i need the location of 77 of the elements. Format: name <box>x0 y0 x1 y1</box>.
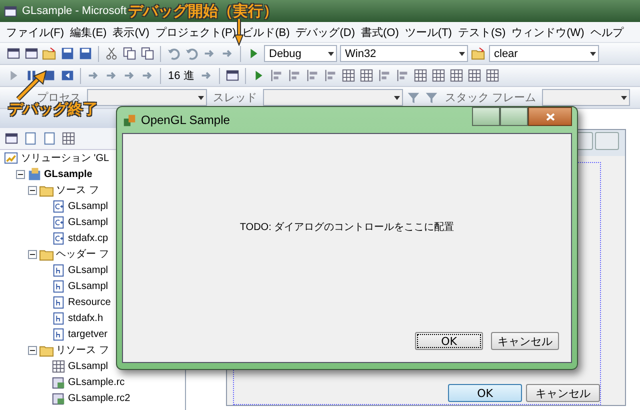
minus-icon <box>18 172 23 176</box>
header-file-icon <box>51 310 66 326</box>
menu-item[interactable]: 書式(O) <box>361 24 399 40</box>
cpp-file-icon <box>51 214 66 230</box>
menu-item[interactable]: ウィンドウ(W) <box>512 24 584 40</box>
expand-toggle[interactable] <box>28 186 37 194</box>
ok-button[interactable]: OK <box>448 384 522 402</box>
undo-icon[interactable] <box>166 46 181 61</box>
cancel-button[interactable]: キャンセル <box>526 384 600 402</box>
expand-toggle[interactable] <box>28 346 37 354</box>
project-icon <box>27 166 42 182</box>
header-file-icon <box>51 294 66 310</box>
cut-icon[interactable] <box>104 46 119 61</box>
hex-button[interactable]: 16 進 <box>166 68 196 83</box>
minus-icon <box>30 188 35 192</box>
copy-icon[interactable] <box>122 46 137 61</box>
minus-icon <box>30 348 35 352</box>
tree-item[interactable]: GLsampl <box>68 216 108 228</box>
dialog-title: OpenGL Sample <box>141 113 231 127</box>
configuration-dropdown[interactable]: Debug <box>264 45 337 62</box>
close-icon <box>546 112 554 120</box>
header-file-icon <box>51 278 66 294</box>
app-icon <box>122 112 137 128</box>
cpp-file-icon <box>51 198 66 214</box>
tree-item[interactable]: GLsampl <box>68 264 108 276</box>
resource-file-icon <box>51 390 66 406</box>
find-field[interactable]: clear <box>489 45 599 62</box>
tree-item[interactable]: GLsampl <box>68 200 108 212</box>
tree-item[interactable]: ソリューション 'GL <box>21 151 110 165</box>
open-folder-icon[interactable] <box>42 46 57 61</box>
tree-item[interactable]: GLsampl <box>68 280 108 292</box>
menu-item[interactable]: テスト(S) <box>458 24 506 40</box>
window-title: GLsample - Microsoft <box>22 5 127 17</box>
resource-file-icon <box>51 374 66 390</box>
save-icon[interactable] <box>60 46 75 61</box>
expand-toggle[interactable] <box>16 170 25 178</box>
menu-item[interactable]: ツール(T) <box>404 24 452 40</box>
grid-file-icon <box>51 358 66 374</box>
menu-item[interactable]: 表示(V) <box>112 24 150 40</box>
thread-label: スレッド <box>212 91 258 105</box>
tree-item[interactable]: GLsample.rc <box>68 376 125 388</box>
restart-icon[interactable] <box>60 68 75 83</box>
annotation-label: デバッグ終了 <box>8 101 98 119</box>
dialog-message: TODO: ダイアログのコントロールをここに配置 <box>240 220 454 234</box>
tree-item[interactable]: Resource <box>68 296 111 308</box>
tree-item[interactable]: GLsample.rc2 <box>68 392 130 404</box>
cpp-file-icon <box>51 230 66 246</box>
tree-item[interactable]: targetver <box>68 328 108 340</box>
stack-frame-label: スタック フレーム <box>444 91 538 105</box>
menu-item[interactable]: ファイル(F) <box>6 24 64 40</box>
tree-item[interactable]: stdafx.h <box>68 312 104 324</box>
minimize-button[interactable] <box>472 107 500 126</box>
maximize-button[interactable] <box>500 107 528 126</box>
menu-item[interactable]: ビルド(B) <box>242 24 290 40</box>
tree-item[interactable]: GLsampl <box>68 360 108 372</box>
tree-item[interactable]: ソース フ <box>56 183 99 197</box>
annotation-arrow <box>234 18 244 46</box>
close-button[interactable] <box>528 107 572 126</box>
tree-item[interactable]: ヘッダー フ <box>56 247 109 261</box>
cancel-button[interactable]: キャンセル <box>491 332 559 350</box>
ok-button[interactable]: OK <box>415 332 483 350</box>
minus-icon <box>30 252 35 256</box>
window-dropdown-icon[interactable] <box>225 68 240 83</box>
solution-icon <box>4 150 19 166</box>
header-file-icon <box>51 262 66 278</box>
tree-item[interactable]: stdafx.cp <box>68 232 108 244</box>
platform-dropdown[interactable]: Win32 <box>340 45 468 62</box>
app-icon <box>3 4 18 18</box>
expand-toggle[interactable] <box>28 250 37 258</box>
menu-item[interactable]: 編集(E) <box>70 24 107 40</box>
menu-item[interactable]: デバッグ(D) <box>296 24 356 40</box>
tree-item[interactable]: GLsample <box>44 168 92 180</box>
header-file-icon <box>51 326 66 342</box>
tree-item[interactable]: リソース フ <box>56 343 109 357</box>
annotation-label: デバッグ開始（実行） <box>128 2 278 21</box>
menu-item[interactable]: プロジェクト(P) <box>155 24 236 40</box>
menu-item[interactable]: ヘルプ <box>590 24 624 40</box>
